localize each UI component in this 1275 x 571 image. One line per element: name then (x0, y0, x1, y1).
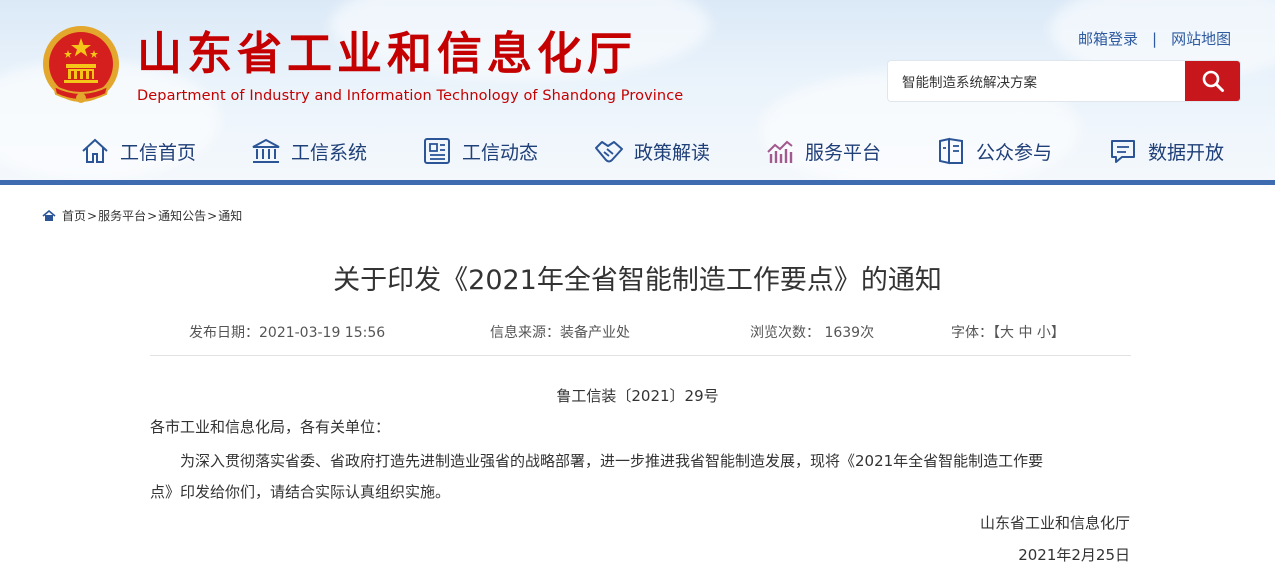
breadcrumb-separator: > (87, 208, 98, 223)
font-small-button[interactable]: 小 (1037, 325, 1051, 341)
platform-icon (767, 140, 793, 163)
handshake-icon (595, 141, 623, 163)
sign-date: 2021年2月25日 (1018, 546, 1130, 564)
search-icon (1202, 70, 1224, 92)
font-large-button[interactable]: 大 (1000, 325, 1014, 341)
top-links: 邮箱登录 | 网站地图 (1078, 28, 1231, 49)
nav-label: 工信系统 (291, 141, 368, 164)
font-size-selector: 字体：【大 中 小】 (951, 322, 1065, 342)
breadcrumb-service[interactable]: 服务平台 (98, 207, 146, 224)
nav-item-home[interactable]: 工信首页 (80, 130, 196, 172)
breadcrumb: 首页 > 服务平台 > 通知公告 > 通知 (42, 207, 242, 224)
search-box (888, 61, 1240, 101)
nav-item-system[interactable]: 工信系统 (251, 130, 367, 172)
body-line: 为深入贯彻落实省委、省政府打造先进制造业强省的战略部署，进一步推进我省智能制造发… (180, 452, 1044, 470)
site-title[interactable]: 山东省工业和信息化厅 (137, 24, 637, 84)
view-count: 浏览次数： 1639次 (750, 325, 875, 341)
search-button[interactable] (1185, 61, 1240, 101)
nav-label: 工信动态 (462, 141, 539, 164)
building-icon (252, 138, 280, 163)
participation-icon (939, 137, 963, 165)
data-chat-icon (1111, 140, 1135, 163)
national-emblem-logo[interactable] (40, 24, 122, 110)
body-line: 点》印发给你们，请结合实际认真组织实施。 (150, 483, 451, 501)
nav-label: 服务平台 (805, 141, 882, 164)
meta-divider (150, 355, 1131, 356)
breadcrumb-notice[interactable]: 通知 (218, 207, 242, 224)
search-input[interactable] (888, 61, 1186, 101)
nav-label: 政策解读 (634, 141, 711, 164)
breadcrumb-notices[interactable]: 通知公告 (158, 207, 206, 224)
salutation: 各市工业和信息化局，各有关单位： (150, 418, 391, 436)
publish-date: 发布日期：2021-03-19 15:56 (189, 325, 386, 341)
site-header: 山东省工业和信息化厅 Department of Industry and In… (0, 0, 1275, 180)
news-icon (424, 138, 450, 164)
nav-label: 数据开放 (1148, 141, 1225, 164)
home-icon (82, 138, 108, 163)
nav-item-public[interactable]: 公众参与 (936, 130, 1052, 172)
home-icon (42, 209, 56, 221)
nav-label: 公众参与 (976, 141, 1053, 164)
site-map-link[interactable]: 网站地图 (1171, 30, 1231, 48)
main-nav: 工信首页 工信系统 工信动态 政策解读 服务平台 公众参与 数据开放 (0, 130, 1275, 172)
site-subtitle: Department of Industry and Information T… (137, 88, 684, 104)
breadcrumb-home[interactable]: 首页 (62, 207, 86, 224)
document-number: 鲁工信装〔2021〕29号 (556, 387, 719, 405)
article-title: 关于印发《2021年全省智能制造工作要点》的通知 (333, 265, 942, 296)
nav-item-data[interactable]: 数据开放 (1108, 130, 1224, 172)
font-medium-button[interactable]: 中 (1018, 325, 1032, 341)
nav-item-service[interactable]: 服务平台 (765, 130, 881, 172)
font-size-label: 字体：【 (951, 325, 1000, 341)
font-size-label-end: 】 (1050, 325, 1065, 341)
nav-label: 工信首页 (120, 141, 197, 164)
nav-item-policy[interactable]: 政策解读 (594, 130, 710, 172)
link-separator: | (1152, 30, 1158, 48)
header-bottom-bar (0, 180, 1275, 185)
mail-login-link[interactable]: 邮箱登录 (1078, 30, 1138, 48)
info-source: 信息来源：装备产业处 (490, 325, 630, 341)
breadcrumb-separator: > (207, 208, 218, 223)
nav-item-news[interactable]: 工信动态 (422, 130, 538, 172)
breadcrumb-separator: > (147, 208, 158, 223)
signature: 山东省工业和信息化厅 (979, 514, 1130, 532)
